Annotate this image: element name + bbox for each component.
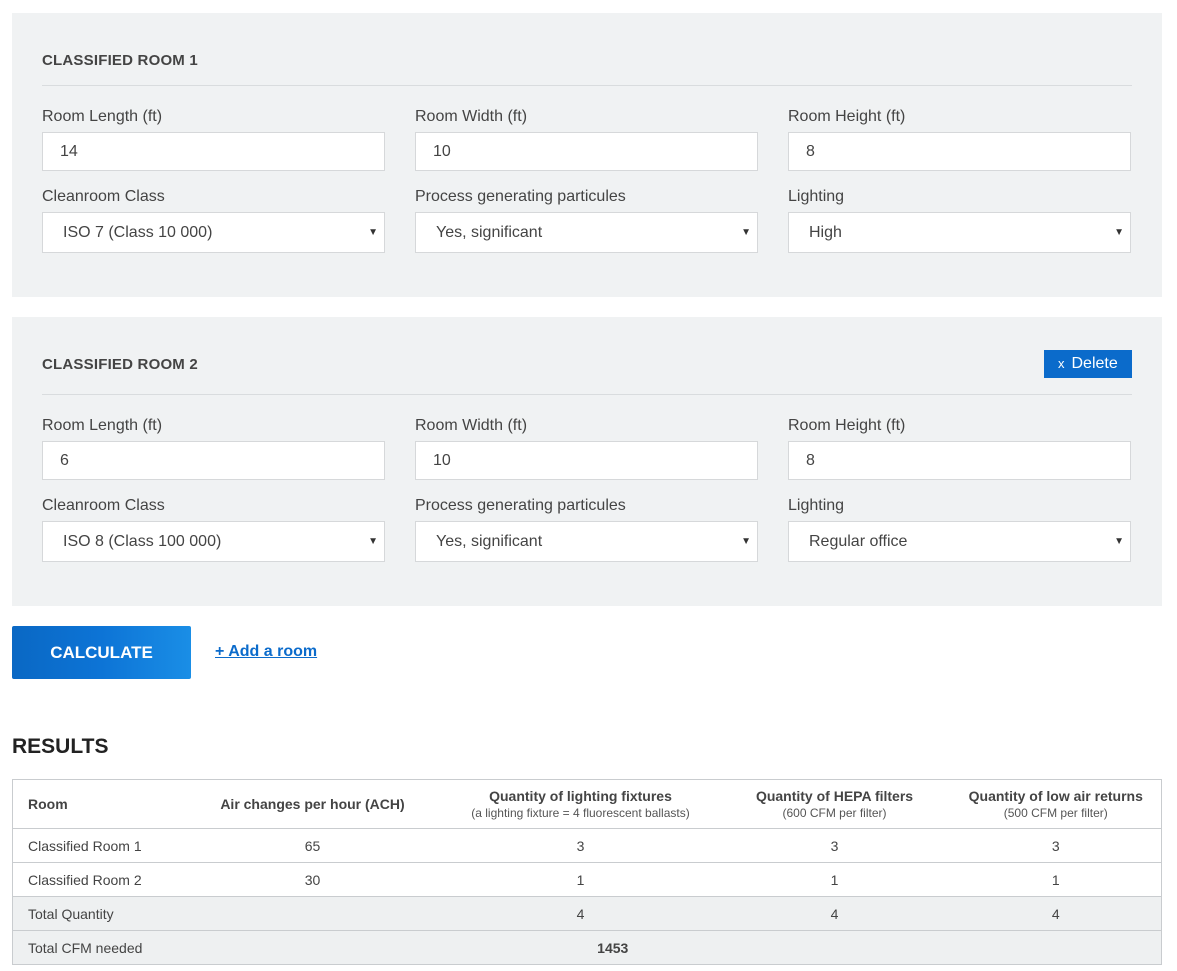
room-length-label: Room Length (ft): [42, 417, 163, 434]
cleanroom-class-select[interactable]: ISO 7 (Class 10 000) ▼: [42, 212, 385, 253]
cleanroom-class-value: ISO 8 (Class 100 000): [63, 533, 222, 550]
lighting-label: Lighting: [788, 188, 845, 205]
process-select[interactable]: Yes, significant ▼: [415, 521, 758, 562]
close-icon: x: [1058, 356, 1065, 371]
room-height-label: Room Height (ft): [788, 108, 906, 125]
cell-lighting: 1: [442, 862, 719, 897]
process-value: Yes, significant: [436, 533, 543, 550]
cleanroom-class-label: Cleanroom Class: [42, 188, 165, 205]
lighting-value: High: [809, 224, 842, 241]
cleanroom-class-label: Cleanroom Class: [42, 497, 165, 514]
room-panel-2: CLASSIFIED ROOM 2 x Delete Room Length (f…: [12, 317, 1162, 606]
results-table: Room Air changes per hour (ACH) Quantity…: [12, 779, 1162, 965]
col-header-lighting: Quantity of lighting fixtures (a lightin…: [442, 779, 719, 829]
process-label: Process generating particules: [415, 188, 626, 205]
col-header-returns-sub: (500 CFM per filter): [1003, 806, 1108, 820]
cell-total-cfm-value: 1453: [182, 930, 1162, 965]
delete-label: Delete: [1071, 355, 1118, 372]
process-value: Yes, significant: [436, 224, 543, 241]
cell-hepa: 3: [718, 828, 951, 863]
delete-room-button[interactable]: x Delete: [1044, 350, 1132, 378]
room-width-input[interactable]: 10: [415, 132, 758, 171]
room-divider: [42, 85, 1132, 86]
room-length-input[interactable]: 6: [42, 441, 385, 480]
chevron-down-icon: ▼: [368, 227, 378, 238]
cell-hepa: 1: [718, 862, 951, 897]
cell-room: Classified Room 1: [12, 828, 183, 863]
cell-returns: 1: [950, 862, 1162, 897]
process-label: Process generating particules: [415, 497, 626, 514]
cell-returns: 3: [950, 828, 1162, 863]
col-header-hepa-sub: (600 CFM per filter): [782, 806, 887, 820]
col-header-lighting-title: Quantity of lighting fixtures: [489, 788, 672, 804]
calculate-button[interactable]: CALCULATE: [12, 626, 191, 679]
cell-empty: [182, 896, 443, 931]
col-header-lighting-sub: (a lighting fixture = 4 fluorescent ball…: [471, 806, 690, 820]
table-header-row: Room Air changes per hour (ACH) Quantity…: [12, 779, 1162, 829]
room-title: CLASSIFIED ROOM 1: [42, 52, 198, 69]
cell-total-label: Total Quantity: [12, 896, 183, 931]
cell-total-hepa: 4: [718, 896, 951, 931]
cell-total-lighting: 4: [442, 896, 719, 931]
room-divider: [42, 394, 1132, 395]
room-width-input[interactable]: 10: [415, 441, 758, 480]
room-panel-1: CLASSIFIED ROOM 1 Room Length (ft) 14 Ro…: [12, 13, 1162, 297]
col-header-returns-title: Quantity of low air returns: [968, 788, 1143, 804]
cell-total-cfm-label: Total CFM needed: [12, 930, 183, 965]
chevron-down-icon: ▼: [741, 227, 751, 238]
chevron-down-icon: ▼: [368, 536, 378, 547]
col-header-hepa-title: Quantity of HEPA filters: [755, 788, 914, 804]
cell-lighting: 3: [442, 828, 719, 863]
room-length-input[interactable]: 14: [42, 132, 385, 171]
room-width-label: Room Width (ft): [415, 417, 528, 434]
results-heading: RESULTS: [12, 735, 109, 758]
lighting-value: Regular office: [809, 533, 908, 550]
chevron-down-icon: ▼: [741, 536, 751, 547]
total-quantity-row: Total Quantity 4 4 4: [12, 896, 1162, 931]
add-room-link[interactable]: + Add a room: [215, 643, 317, 661]
lighting-select[interactable]: High ▼: [788, 212, 1131, 253]
room-height-input[interactable]: 8: [788, 441, 1131, 480]
col-header-room: Room: [12, 779, 183, 829]
room-length-label: Room Length (ft): [42, 108, 163, 125]
col-header-returns: Quantity of low air returns (500 CFM per…: [950, 779, 1162, 829]
lighting-select[interactable]: Regular office ▼: [788, 521, 1131, 562]
process-select[interactable]: Yes, significant ▼: [415, 212, 758, 253]
total-cfm-row: Total CFM needed 1453: [12, 930, 1162, 965]
col-header-hepa: Quantity of HEPA filters (600 CFM per fi…: [718, 779, 951, 829]
cell-ach: 65: [182, 828, 443, 863]
cell-room: Classified Room 2: [12, 862, 183, 897]
lighting-label: Lighting: [788, 497, 845, 514]
room-title: CLASSIFIED ROOM 2: [42, 356, 198, 373]
table-row: Classified Room 2 30 1 1 1: [12, 862, 1162, 897]
room-height-label: Room Height (ft): [788, 417, 906, 434]
table-row: Classified Room 1 65 3 3 3: [12, 828, 1162, 863]
chevron-down-icon: ▼: [1114, 227, 1124, 238]
room-height-input[interactable]: 8: [788, 132, 1131, 171]
chevron-down-icon: ▼: [1114, 536, 1124, 547]
cell-total-returns: 4: [950, 896, 1162, 931]
col-header-ach: Air changes per hour (ACH): [182, 779, 443, 829]
room-width-label: Room Width (ft): [415, 108, 528, 125]
cleanroom-class-value: ISO 7 (Class 10 000): [63, 224, 213, 241]
cell-ach: 30: [182, 862, 443, 897]
cleanroom-class-select[interactable]: ISO 8 (Class 100 000) ▼: [42, 521, 385, 562]
